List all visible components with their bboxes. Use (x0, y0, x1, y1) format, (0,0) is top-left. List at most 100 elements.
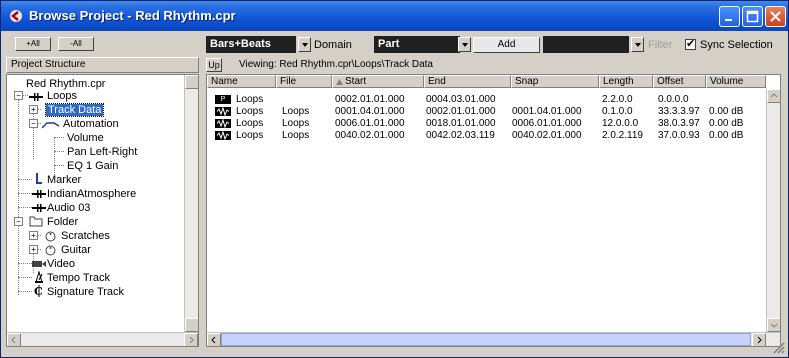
expand-toggle[interactable]: + (29, 105, 38, 114)
tree-item-eq-gain[interactable]: EQ 1 Gain (67, 159, 118, 173)
cell-snap: 0006.01.01.000 (512, 118, 582, 129)
cell-snap: 0040.02.01.000 (512, 130, 582, 141)
column-header-name[interactable]: Name (207, 75, 276, 88)
expand-all-button[interactable]: +All (15, 37, 51, 51)
tree-item-loops[interactable]: Loops (47, 89, 77, 103)
tree-item-label: Video (47, 258, 75, 270)
display-format-dropdown-arrow[interactable] (298, 37, 311, 52)
column-header-start[interactable]: Start (332, 75, 424, 88)
tree-item-label: Track Data (44, 103, 105, 117)
tree-item-automation[interactable]: Automation (63, 117, 119, 131)
filter-dropdown-arrow[interactable] (631, 37, 644, 52)
tree-item-signature-track[interactable]: Signature Track (47, 285, 124, 299)
scroll-down-button[interactable] (767, 318, 780, 332)
track-data-table[interactable]: Name File Start End Snap Length Offset V… (206, 74, 781, 347)
tree-item-video[interactable]: Video (47, 257, 75, 271)
add-button[interactable]: Add (473, 37, 540, 53)
event-icon (215, 119, 231, 128)
domain-label: Domain (314, 39, 352, 51)
tree-item-tempo-track[interactable]: Tempo Track (47, 271, 110, 285)
tree-item-label: Guitar (61, 244, 91, 256)
viewing-path: Viewing: Red Rhythm.cpr\Loops\Track Data (239, 59, 433, 70)
audio-track-icon (32, 190, 46, 198)
cell-start: 0001.04.01.000 (335, 106, 405, 117)
collapse-toggle[interactable]: − (29, 119, 38, 128)
scroll-left-button[interactable] (7, 333, 21, 346)
horizontal-scroll-thumb[interactable] (221, 333, 751, 346)
table-vertical-scrollbar[interactable] (766, 89, 780, 332)
cell-start: 0040.02.01.000 (335, 130, 405, 141)
scroll-down-button[interactable] (185, 318, 198, 332)
tree-item-label: Scratches (61, 230, 110, 242)
tree-item-audio-03[interactable]: Audio 03 (47, 201, 90, 215)
tree-item-scratches[interactable]: Scratches (61, 229, 110, 243)
tree-vertical-scrollbar[interactable] (184, 75, 198, 332)
tree-item-marker[interactable]: Marker (47, 173, 81, 187)
toolbar: +All -All Bars+Beats Domain Part Add Fil… (2, 32, 787, 56)
tree-item-track-data[interactable]: Track Data (44, 103, 105, 117)
column-header-file[interactable]: File (276, 75, 332, 88)
maximize-button[interactable] (742, 6, 763, 27)
tree-item-guitar[interactable]: Guitar (61, 243, 91, 257)
tree-item-indian-atmosphere[interactable]: IndianAtmosphere (47, 187, 136, 201)
scroll-up-button[interactable] (767, 89, 780, 103)
collapse-all-button[interactable]: -All (58, 37, 94, 51)
column-header-label: Start (345, 76, 367, 87)
video-icon (32, 261, 46, 267)
chevron-left-icon (211, 336, 216, 344)
resize-grip-icon[interactable] (771, 340, 785, 354)
scroll-up-button[interactable] (185, 75, 198, 89)
collapse-toggle[interactable]: − (14, 91, 23, 100)
display-format-select[interactable]: Bars+Beats (206, 36, 296, 53)
collapse-toggle[interactable]: − (14, 217, 23, 226)
project-tree[interactable]: Red Rhythm.cpr − Loops + Track Data − Au… (6, 74, 199, 347)
cell-volume: 0.00 dB (709, 118, 744, 129)
part-select[interactable]: Part (374, 36, 460, 53)
expand-toggle[interactable]: + (29, 245, 38, 254)
tree-item-label: Loops (47, 90, 77, 102)
project-structure-header: Project Structure (6, 57, 199, 73)
table-horizontal-scrollbar[interactable] (207, 332, 780, 346)
tree-horizontal-scrollbar[interactable] (7, 332, 198, 346)
part-dropdown-arrow[interactable] (458, 37, 471, 52)
cell-start: 0002.01.01.000 (335, 94, 405, 105)
sync-selection-label: Sync Selection (700, 39, 773, 51)
sync-selection-checkbox[interactable] (685, 37, 696, 50)
maximize-icon (746, 10, 759, 23)
scroll-right-button[interactable] (184, 333, 198, 346)
filter-select[interactable] (543, 36, 629, 53)
window-title: Browse Project - Red Rhythm.cpr (29, 8, 236, 23)
column-header-offset[interactable]: Offset (653, 75, 706, 88)
cell-file: Loops (282, 118, 310, 129)
tree-item-pan[interactable]: Pan Left-Right (67, 145, 137, 159)
column-header-end[interactable]: End (424, 75, 511, 88)
cell-offset: 33.3.3.97 (658, 106, 700, 117)
tree-item-volume[interactable]: Volume (67, 131, 104, 145)
audio-track-icon (29, 93, 43, 101)
close-button[interactable] (765, 6, 786, 27)
chevron-right-icon (189, 336, 194, 344)
minimize-button[interactable] (719, 6, 740, 27)
cell-name: Loops (236, 130, 264, 141)
automation-icon (42, 122, 60, 129)
tempo-icon (35, 271, 43, 283)
column-header-volume[interactable]: Volume (706, 75, 766, 88)
scroll-right-button[interactable] (752, 333, 766, 346)
tree-item-label: IndianAtmosphere (47, 188, 137, 200)
cell-end: 0042.02.03.119 (426, 130, 495, 141)
expand-toggle[interactable]: + (29, 231, 38, 240)
tree-item-folder[interactable]: Folder (47, 215, 78, 229)
midi-track-icon (45, 245, 56, 256)
close-icon (770, 11, 781, 22)
column-header-length[interactable]: Length (599, 75, 653, 88)
cell-end: 0018.01.01.000 (426, 118, 496, 129)
marker-icon (36, 173, 42, 184)
scroll-left-button[interactable] (207, 333, 221, 346)
title-bar[interactable]: Browse Project - Red Rhythm.cpr (1, 1, 788, 31)
column-header-snap[interactable]: Snap (511, 75, 599, 88)
chevron-down-icon (770, 323, 778, 328)
folder-icon (29, 216, 43, 227)
up-button[interactable]: Up (206, 58, 222, 72)
audio-track-icon (32, 204, 46, 212)
sort-ascending-icon (336, 79, 343, 85)
